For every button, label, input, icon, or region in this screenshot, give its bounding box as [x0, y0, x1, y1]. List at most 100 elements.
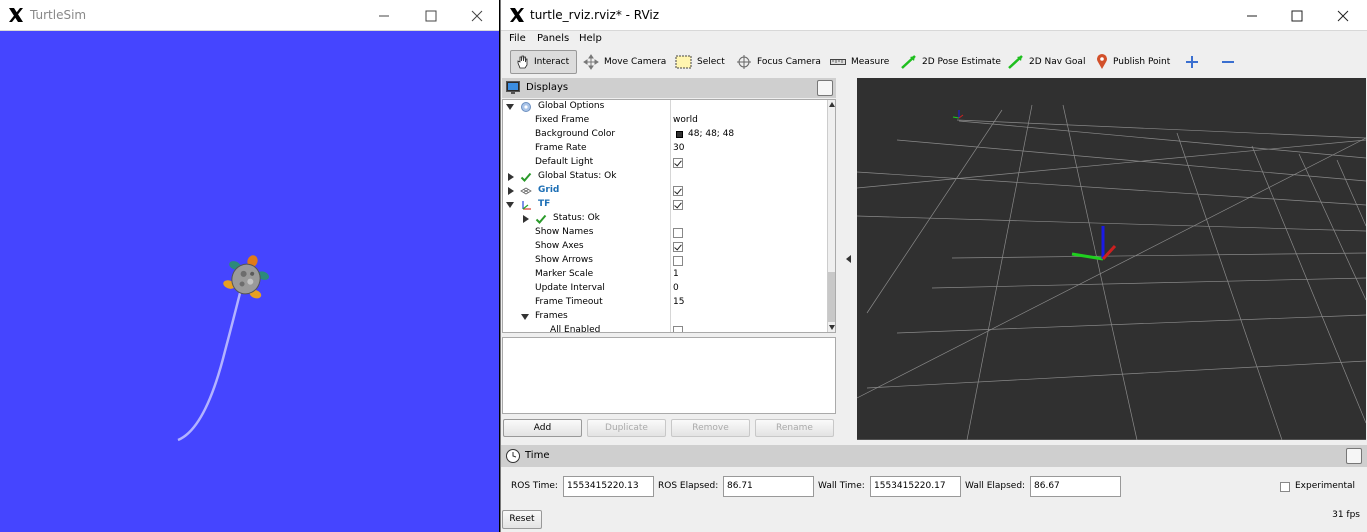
select-box-icon: [675, 55, 692, 69]
select-tool[interactable]: Select: [671, 50, 729, 74]
undock-button[interactable]: [1346, 448, 1362, 464]
rviz-titlebar[interactable]: turtle_rviz.rviz* - RViz: [501, 0, 1367, 31]
measure-tool[interactable]: Measure: [826, 50, 893, 74]
experimental-checkbox[interactable]: [1280, 482, 1290, 492]
expand-arrow-icon[interactable]: [506, 104, 514, 110]
measure-label: Measure: [851, 57, 890, 67]
interact-tool[interactable]: Interact: [510, 50, 577, 74]
tree-row-tf-status[interactable]: Status: Ok: [503, 212, 829, 226]
tree-row-frame-rate[interactable]: Frame Rate 30: [503, 142, 829, 156]
minimize-icon[interactable]: [374, 6, 394, 26]
scroll-up-arrow-icon[interactable]: [829, 102, 835, 107]
tree-row-grid[interactable]: Grid: [503, 184, 829, 198]
move-camera-tool[interactable]: Move Camera: [579, 50, 670, 74]
color-swatch[interactable]: [676, 131, 683, 138]
ros-elapsed-field[interactable]: 86.71: [723, 476, 814, 497]
row-name: Frame Timeout: [535, 297, 603, 307]
green-arrow-icon: [1008, 55, 1023, 69]
render-view-3d[interactable]: [856, 78, 1367, 441]
menu-help[interactable]: Help: [579, 33, 602, 44]
menu-bar: File Panels Help: [501, 31, 1367, 47]
row-value[interactable]: 30: [673, 143, 684, 153]
row-name: Show Arrows: [535, 255, 593, 265]
grid-icon: [520, 187, 532, 195]
turtlesim-titlebar[interactable]: TurtleSim: [0, 0, 499, 31]
tool-bar: Interact Move Camera Select Focus Camera…: [501, 48, 1367, 76]
reset-button[interactable]: Reset: [502, 510, 542, 529]
row-value[interactable]: 15: [673, 297, 684, 307]
expand-arrow-icon[interactable]: [523, 215, 529, 223]
tf-checkbox[interactable]: [673, 200, 683, 210]
all-enabled-checkbox[interactable]: [673, 326, 683, 332]
tree-row-all-enabled[interactable]: All Enabled: [503, 324, 829, 332]
nav-goal-tool[interactable]: 2D Nav Goal: [1004, 50, 1089, 74]
tree-scrollbar[interactable]: [827, 100, 835, 332]
ros-elapsed-label: ROS Elapsed:: [658, 481, 719, 491]
default-light-checkbox[interactable]: [673, 158, 683, 168]
tree-row-tf[interactable]: TF: [503, 198, 829, 212]
menu-panels[interactable]: Panels: [537, 33, 569, 44]
collapse-left-arrow-icon[interactable]: [846, 255, 851, 263]
wall-elapsed-field[interactable]: 86.67: [1030, 476, 1121, 497]
rename-display-button[interactable]: Rename: [755, 419, 834, 437]
pose-estimate-tool[interactable]: 2D Pose Estimate: [897, 50, 1005, 74]
wall-time-field[interactable]: 1553415220.17: [870, 476, 961, 497]
scroll-down-arrow-icon[interactable]: [829, 325, 835, 330]
property-description-box: [502, 337, 836, 414]
tree-row-fixed-frame[interactable]: Fixed Frame world: [503, 114, 829, 128]
publish-point-tool[interactable]: Publish Point: [1092, 50, 1174, 74]
add-display-button[interactable]: Add: [503, 419, 582, 437]
maximize-icon[interactable]: [1287, 6, 1307, 26]
expand-arrow-icon[interactable]: [506, 202, 514, 208]
minimize-icon[interactable]: [1242, 6, 1262, 26]
select-label: Select: [697, 57, 725, 67]
remove-tool-button[interactable]: [1217, 50, 1244, 74]
duplicate-display-button[interactable]: Duplicate: [587, 419, 666, 437]
tree-row-marker-scale[interactable]: Marker Scale 1: [503, 268, 829, 282]
maximize-icon[interactable]: [421, 6, 441, 26]
tree-row-frames[interactable]: Frames: [503, 310, 829, 324]
clock-icon: [506, 449, 520, 463]
tree-row-global-status[interactable]: Global Status: Ok: [503, 170, 829, 184]
row-name: Global Options: [538, 101, 605, 111]
expand-arrow-icon[interactable]: [508, 187, 514, 195]
row-name: Frame Rate: [535, 143, 587, 153]
tree-row-show-names[interactable]: Show Names: [503, 226, 829, 240]
remove-display-button[interactable]: Remove: [671, 419, 750, 437]
close-icon[interactable]: [467, 6, 487, 26]
focus-camera-tool[interactable]: Focus Camera: [732, 50, 825, 74]
undock-button[interactable]: [817, 80, 833, 96]
tree-row-update-interval[interactable]: Update Interval 0: [503, 282, 829, 296]
publish-point-label: Publish Point: [1113, 57, 1171, 67]
scrollbar-thumb[interactable]: [828, 272, 835, 322]
tree-row-show-axes[interactable]: Show Axes: [503, 240, 829, 254]
interact-label: Interact: [534, 57, 570, 67]
fps-counter: 31 fps: [1332, 510, 1360, 520]
menu-file[interactable]: File: [509, 33, 526, 44]
ros-time-field[interactable]: 1553415220.13: [563, 476, 654, 497]
row-name: Marker Scale: [535, 269, 594, 279]
tree-row-frame-timeout[interactable]: Frame Timeout 15: [503, 296, 829, 310]
tree-row-global-options[interactable]: Global Options: [503, 100, 829, 114]
show-names-checkbox[interactable]: [673, 228, 683, 238]
show-axes-checkbox[interactable]: [673, 242, 683, 252]
move-camera-label: Move Camera: [604, 57, 667, 67]
displays-tree[interactable]: Global Options Fixed Frame world Backgro…: [502, 99, 836, 333]
row-value[interactable]: 1: [673, 269, 679, 279]
show-arrows-checkbox[interactable]: [673, 256, 683, 266]
grid-checkbox[interactable]: [673, 186, 683, 196]
close-icon[interactable]: [1333, 6, 1353, 26]
add-tool-button[interactable]: [1181, 50, 1208, 74]
row-value[interactable]: 0: [673, 283, 679, 293]
map-pin-icon: [1097, 54, 1107, 69]
expand-arrow-icon[interactable]: [508, 173, 514, 181]
row-value[interactable]: 48; 48; 48: [688, 129, 734, 139]
tree-row-background-color[interactable]: Background Color 48; 48; 48: [503, 128, 829, 142]
tree-row-show-arrows[interactable]: Show Arrows: [503, 254, 829, 268]
checkmark-icon: [520, 172, 532, 182]
time-panel-header: Time: [501, 445, 1367, 467]
wall-time-label: Wall Time:: [818, 481, 865, 491]
expand-arrow-icon[interactable]: [521, 314, 529, 320]
row-value[interactable]: world: [673, 115, 698, 125]
tree-row-default-light[interactable]: Default Light: [503, 156, 829, 170]
